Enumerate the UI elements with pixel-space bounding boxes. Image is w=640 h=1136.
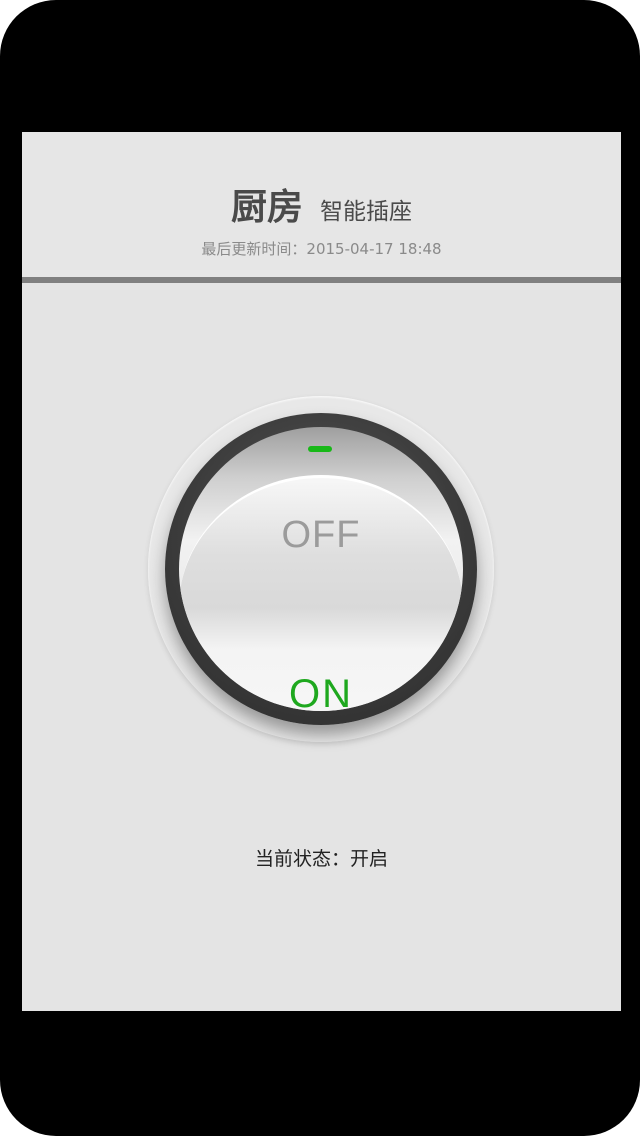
- header: 厨房 智能插座 最后更新时间：2015-04-17 18:48: [22, 132, 621, 277]
- knob-face: [179, 427, 463, 711]
- device-frame: 厨房 智能插座 最后更新时间：2015-04-17 18:48 OFF ON 当…: [0, 0, 640, 1136]
- off-label: OFF: [281, 514, 361, 556]
- power-switch-knob[interactable]: OFF ON: [148, 396, 494, 742]
- last-updated: 最后更新时间：2015-04-17 18:48: [22, 238, 621, 259]
- last-updated-label: 最后更新时间：: [201, 240, 307, 258]
- title-row: 厨房 智能插座: [22, 178, 621, 230]
- room-name: 厨房: [230, 187, 303, 228]
- app-screen: 厨房 智能插座 最后更新时间：2015-04-17 18:48 OFF ON 当…: [22, 132, 621, 1011]
- device-type: 智能插座: [320, 199, 413, 225]
- status-label: 当前状态：: [254, 848, 350, 870]
- last-updated-value: 2015-04-17 18:48: [306, 240, 442, 258]
- status-value: 开启: [350, 848, 389, 870]
- header-divider: [22, 277, 621, 283]
- current-status: 当前状态：开启: [22, 844, 621, 871]
- on-label: ON: [289, 672, 353, 716]
- power-indicator-icon: [308, 446, 332, 452]
